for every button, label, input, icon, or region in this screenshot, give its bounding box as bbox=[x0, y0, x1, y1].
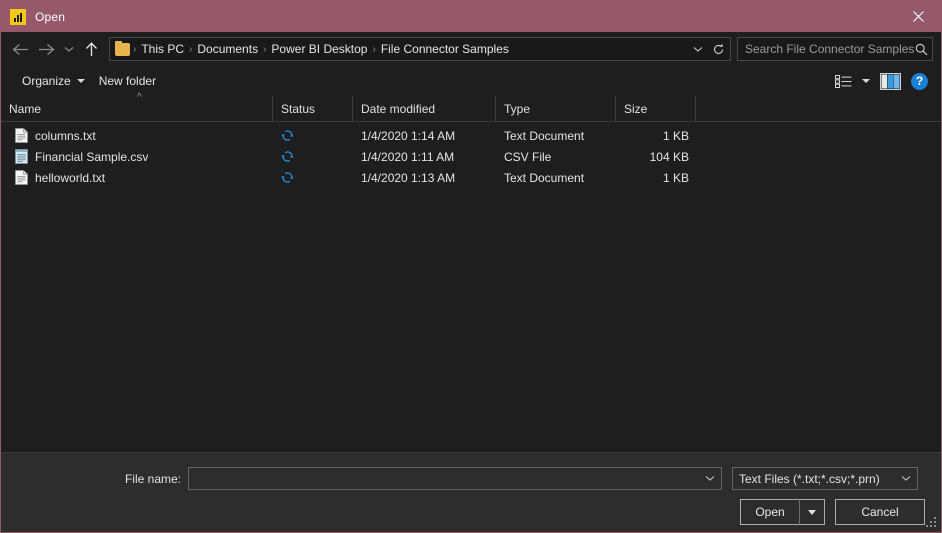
file-name-cell[interactable]: Financial Sample.csv bbox=[1, 149, 273, 164]
column-header-name-label: Name bbox=[9, 101, 42, 116]
file-status-cell bbox=[273, 150, 353, 163]
dialog-footer: File name: Text Files (*.txt;*.csv;*.prn… bbox=[1, 452, 941, 532]
file-list[interactable]: columns.txt 1/4/2020 1:14 AM Text Docume… bbox=[1, 122, 941, 452]
csv-file-icon bbox=[15, 149, 28, 164]
search-icon[interactable] bbox=[915, 43, 928, 56]
address-chevron-down-icon[interactable] bbox=[688, 46, 708, 53]
file-status-cell bbox=[273, 171, 353, 184]
title-bar: Open bbox=[1, 1, 941, 32]
folder-icon bbox=[115, 40, 130, 56]
file-size-cell: 1 KB bbox=[662, 128, 689, 143]
resize-grip[interactable] bbox=[926, 517, 938, 529]
sort-ascending-icon: ^ bbox=[137, 92, 142, 103]
column-header-row: Name ^ Status Date modified Type Size bbox=[1, 92, 941, 122]
navigation-bar: › This PC › Documents › Power BI Desktop… bbox=[1, 32, 941, 66]
help-icon: ? bbox=[911, 72, 928, 90]
open-dropdown-button[interactable] bbox=[800, 499, 825, 525]
close-icon[interactable] bbox=[895, 1, 941, 32]
breadcrumb-item-this-pc[interactable]: This PC bbox=[137, 42, 188, 56]
file-type-filter-dropdown[interactable]: Text Files (*.txt;*.csv;*.prn) bbox=[732, 467, 918, 490]
column-header-status-label: Status bbox=[281, 101, 316, 116]
file-status-cell bbox=[273, 129, 353, 142]
open-button[interactable]: Open bbox=[740, 499, 800, 525]
text-document-icon bbox=[15, 170, 28, 185]
file-date-cell: 1/4/2020 1:14 AM bbox=[361, 128, 456, 143]
file-name-row: File name: Text Files (*.txt;*.csv;*.prn… bbox=[1, 453, 941, 490]
column-header-date-modified[interactable]: Date modified bbox=[353, 96, 496, 121]
column-header-type-label: Type bbox=[504, 101, 531, 116]
table-row[interactable]: helloworld.txt 1/4/2020 1:13 AM Text Doc… bbox=[1, 167, 941, 188]
sync-pending-icon bbox=[281, 171, 294, 184]
open-split-button: Open bbox=[740, 499, 825, 525]
organize-label: Organize bbox=[22, 74, 71, 88]
column-header-size[interactable]: Size bbox=[616, 96, 696, 121]
chevron-down-icon bbox=[76, 79, 85, 83]
file-size-cell: 104 KB bbox=[649, 149, 689, 164]
column-header-date-label: Date modified bbox=[361, 101, 436, 116]
address-bar[interactable]: › This PC › Documents › Power BI Desktop… bbox=[109, 37, 731, 61]
search-box[interactable] bbox=[737, 37, 933, 61]
column-header-filler bbox=[696, 96, 941, 121]
breadcrumb-item-file-connector-samples[interactable]: File Connector Samples bbox=[377, 42, 513, 56]
window-title: Open bbox=[35, 9, 66, 24]
file-name-label: File name: bbox=[124, 471, 181, 486]
chevron-down-icon bbox=[808, 509, 816, 515]
search-input[interactable] bbox=[745, 42, 915, 56]
file-type-filter-value: Text Files (*.txt;*.csv;*.prn) bbox=[739, 471, 880, 486]
column-header-status[interactable]: Status bbox=[273, 96, 353, 121]
sync-pending-icon bbox=[281, 150, 294, 163]
file-type-cell: Text Document bbox=[504, 128, 585, 143]
column-header-type[interactable]: Type bbox=[496, 96, 616, 121]
sync-pending-icon bbox=[281, 129, 294, 142]
file-name-label: Financial Sample.csv bbox=[35, 149, 149, 164]
new-folder-button[interactable]: New folder bbox=[92, 71, 163, 91]
table-row[interactable]: columns.txt 1/4/2020 1:14 AM Text Docume… bbox=[1, 125, 941, 146]
file-name-chevron-down-icon[interactable] bbox=[702, 475, 718, 482]
help-button[interactable]: ? bbox=[906, 70, 933, 93]
back-icon[interactable] bbox=[7, 36, 33, 62]
toolbar: Organize New folder ? bbox=[1, 66, 941, 96]
file-name-cell[interactable]: columns.txt bbox=[1, 128, 273, 143]
chevron-down-glyph bbox=[862, 79, 870, 83]
forward-icon[interactable] bbox=[33, 36, 59, 62]
file-type-cell: Text Document bbox=[504, 170, 585, 185]
preview-pane-button[interactable] bbox=[875, 70, 906, 93]
column-header-size-label: Size bbox=[624, 101, 648, 116]
file-size-cell: 1 KB bbox=[662, 170, 689, 185]
table-row[interactable]: Financial Sample.csv 1/4/2020 1:11 AM CS… bbox=[1, 146, 941, 167]
file-name-input[interactable] bbox=[188, 467, 722, 490]
organize-button[interactable]: Organize bbox=[15, 71, 92, 91]
recent-locations-chevron-down-icon[interactable] bbox=[59, 36, 78, 62]
breadcrumb-item-documents[interactable]: Documents bbox=[193, 42, 262, 56]
view-mode-chevron-down-icon[interactable] bbox=[857, 76, 875, 86]
file-type-cell: CSV File bbox=[504, 149, 552, 164]
cancel-button[interactable]: Cancel bbox=[835, 499, 925, 525]
file-name-label: helloworld.txt bbox=[35, 170, 106, 185]
view-mode-button[interactable] bbox=[830, 72, 857, 91]
dialog-buttons: Open Cancel bbox=[1, 490, 941, 525]
new-folder-label: New folder bbox=[98, 74, 157, 88]
up-icon[interactable] bbox=[78, 36, 104, 62]
column-header-name[interactable]: Name ^ bbox=[1, 92, 273, 121]
open-file-dialog: Open › This PC › Documents › Power BI De… bbox=[0, 0, 942, 533]
file-type-chevron-down-icon[interactable] bbox=[898, 475, 914, 482]
file-date-cell: 1/4/2020 1:13 AM bbox=[361, 170, 456, 185]
breadcrumb-item-power-bi-desktop[interactable]: Power BI Desktop bbox=[267, 42, 371, 56]
text-document-icon bbox=[15, 128, 28, 143]
file-name-label: columns.txt bbox=[35, 128, 96, 143]
file-date-cell: 1/4/2020 1:11 AM bbox=[361, 149, 455, 164]
refresh-icon[interactable] bbox=[708, 43, 728, 56]
powerbi-chart-icon bbox=[10, 8, 26, 25]
file-name-cell[interactable]: helloworld.txt bbox=[1, 170, 273, 185]
